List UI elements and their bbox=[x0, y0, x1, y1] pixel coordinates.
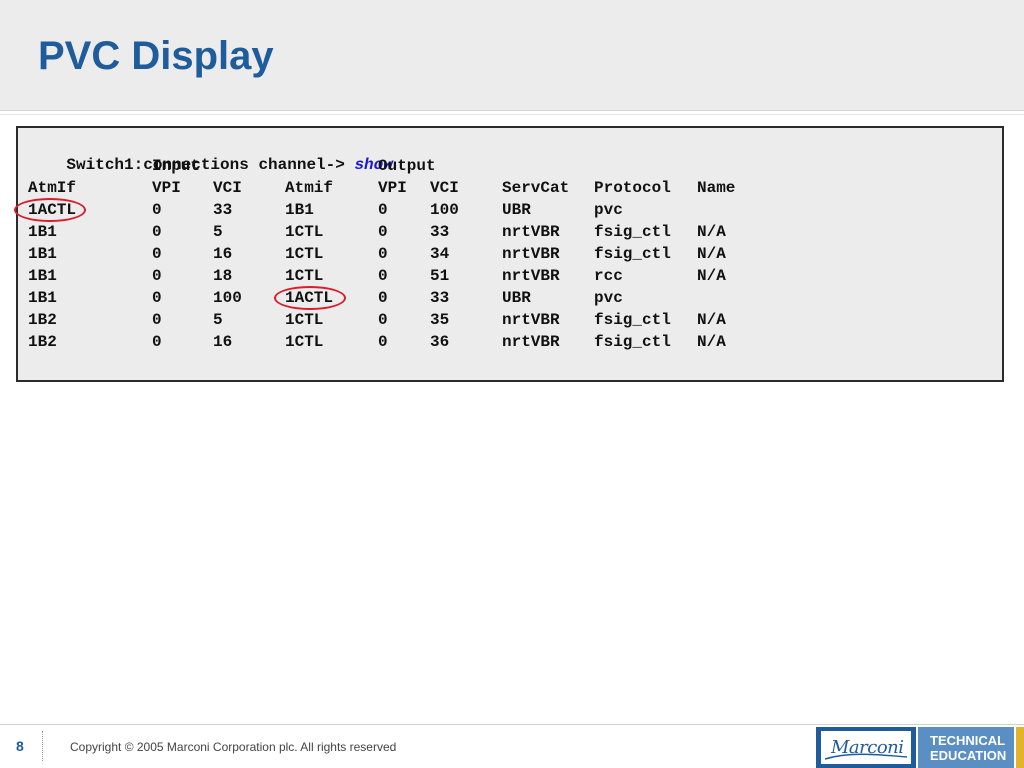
vci-cell: 18 bbox=[213, 267, 233, 285]
table-row: 1ACTL 0 33 1B1 0 100 UBR pvc bbox=[28, 199, 623, 221]
vci-cell: 100 bbox=[430, 201, 459, 219]
vci-cell: 16 bbox=[213, 333, 233, 351]
logo-panel: Marconi bbox=[821, 731, 911, 764]
name-cell: N/A bbox=[697, 245, 726, 263]
accent-strip bbox=[1016, 727, 1024, 768]
logo-wordmark: Marconi bbox=[831, 737, 904, 758]
vpi-cell: 0 bbox=[378, 223, 388, 241]
vpi-cell: 0 bbox=[152, 223, 162, 241]
title-divider bbox=[0, 114, 1024, 115]
vci-cell: 100 bbox=[213, 289, 242, 307]
output-group-header: Output bbox=[378, 157, 436, 175]
vci-cell: 51 bbox=[430, 267, 450, 285]
servcat-cell: nrtVBR bbox=[502, 245, 560, 263]
table-row: 1B1 0 5 1CTL 0 33 nrtVBR fsig_ctl N/A bbox=[28, 221, 726, 243]
marconi-logo: Marconi bbox=[816, 727, 916, 768]
vci-cell: 5 bbox=[213, 311, 223, 329]
badge-line-2: EDUCATION bbox=[930, 748, 1007, 763]
table-row: 1B2 0 5 1CTL 0 35 nrtVBR fsig_ctl N/A bbox=[28, 309, 726, 331]
name-cell: N/A bbox=[697, 267, 726, 285]
name-cell: N/A bbox=[697, 333, 726, 351]
servcat-cell: nrtVBR bbox=[502, 333, 560, 351]
protocol-cell: fsig_ctl bbox=[594, 333, 671, 351]
footer: 8 Copyright © 2005 Marconi Corporation p… bbox=[0, 725, 1024, 768]
atmif-cell: 1B1 bbox=[285, 201, 314, 219]
table-row: 1B2 0 16 1CTL 0 36 nrtVBR fsig_ctl N/A bbox=[28, 331, 726, 353]
protocol-cell: fsig_ctl bbox=[594, 223, 671, 241]
protocol-cell: fsig_ctl bbox=[594, 245, 671, 263]
column-header-line: AtmIf VPI VCI Atmif VPI VCI ServCat Prot… bbox=[28, 177, 735, 199]
servcat-cell: nrtVBR bbox=[502, 311, 560, 329]
column-header: VCI bbox=[213, 179, 242, 197]
protocol-cell: pvc bbox=[594, 289, 623, 307]
atmif-cell: 1B1 bbox=[28, 245, 57, 263]
atmif-cell: 1B2 bbox=[28, 333, 57, 351]
footer-separator bbox=[42, 731, 43, 761]
name-cell: N/A bbox=[697, 311, 726, 329]
vci-cell: 34 bbox=[430, 245, 450, 263]
technical-education-badge: TECHNICAL EDUCATION bbox=[918, 727, 1014, 768]
vpi-cell: 0 bbox=[152, 201, 162, 219]
protocol-cell: pvc bbox=[594, 201, 623, 219]
vpi-cell: 0 bbox=[152, 267, 162, 285]
protocol-cell: fsig_ctl bbox=[594, 311, 671, 329]
atmif-cell: 1CTL bbox=[285, 223, 324, 241]
vpi-cell: 0 bbox=[378, 201, 388, 219]
column-header: Atmif bbox=[285, 179, 334, 197]
group-header-line: Input Output bbox=[28, 155, 436, 177]
servcat-cell: UBR bbox=[502, 289, 531, 307]
atmif-cell: 1ACTL bbox=[285, 289, 334, 307]
terminal-output: Switch1:connections channel-> show Input… bbox=[14, 126, 1004, 382]
column-header: Name bbox=[697, 179, 736, 197]
atmif-cell: 1CTL bbox=[285, 267, 324, 285]
atmif-cell: 1CTL bbox=[285, 311, 324, 329]
badge-line-1: TECHNICAL bbox=[930, 733, 1006, 748]
column-header: VPI bbox=[152, 179, 181, 197]
vci-cell: 35 bbox=[430, 311, 450, 329]
page-title: PVC Display bbox=[38, 34, 274, 78]
vci-cell: 33 bbox=[430, 223, 450, 241]
vpi-cell: 0 bbox=[378, 289, 388, 307]
title-band: PVC Display bbox=[0, 0, 1024, 115]
atmif-cell: 1B1 bbox=[28, 289, 57, 307]
command-line: Switch1:connections channel-> show bbox=[28, 132, 392, 174]
vpi-cell: 0 bbox=[152, 333, 162, 351]
servcat-cell: nrtVBR bbox=[502, 223, 560, 241]
table-row: 1B1 0 18 1CTL 0 51 nrtVBR rcc N/A bbox=[28, 265, 726, 287]
column-header: VCI bbox=[430, 179, 459, 197]
copyright-text: Copyright © 2005 Marconi Corporation plc… bbox=[70, 740, 397, 754]
vpi-cell: 0 bbox=[378, 333, 388, 351]
atmif-cell: 1ACTL bbox=[28, 201, 77, 219]
input-group-header: Input bbox=[152, 157, 201, 175]
vpi-cell: 0 bbox=[378, 267, 388, 285]
name-cell: N/A bbox=[697, 223, 726, 241]
vpi-cell: 0 bbox=[152, 245, 162, 263]
vci-cell: 16 bbox=[213, 245, 233, 263]
vci-cell: 5 bbox=[213, 223, 223, 241]
vci-cell: 33 bbox=[213, 201, 233, 219]
vpi-cell: 0 bbox=[378, 311, 388, 329]
servcat-cell: UBR bbox=[502, 201, 531, 219]
table-row: 1B1 0 100 1ACTL 0 33 UBR pvc bbox=[28, 287, 623, 309]
atmif-cell: 1CTL bbox=[285, 245, 324, 263]
atmif-cell: 1CTL bbox=[285, 333, 324, 351]
column-header: VPI bbox=[378, 179, 407, 197]
protocol-cell: rcc bbox=[594, 267, 623, 285]
command-prompt: Switch1:connections channel-> bbox=[66, 156, 355, 174]
column-header: AtmIf bbox=[28, 179, 77, 197]
servcat-cell: nrtVBR bbox=[502, 267, 560, 285]
column-header: Protocol bbox=[594, 179, 671, 197]
vpi-cell: 0 bbox=[152, 289, 162, 307]
vpi-cell: 0 bbox=[378, 245, 388, 263]
column-header: ServCat bbox=[502, 179, 570, 197]
atmif-cell: 1B2 bbox=[28, 311, 57, 329]
atmif-cell: 1B1 bbox=[28, 223, 57, 241]
atmif-cell: 1B1 bbox=[28, 267, 57, 285]
vpi-cell: 0 bbox=[152, 311, 162, 329]
vci-cell: 33 bbox=[430, 289, 450, 307]
table-row: 1B1 0 16 1CTL 0 34 nrtVBR fsig_ctl N/A bbox=[28, 243, 726, 265]
vci-cell: 36 bbox=[430, 333, 450, 351]
page-number: 8 bbox=[16, 738, 24, 754]
